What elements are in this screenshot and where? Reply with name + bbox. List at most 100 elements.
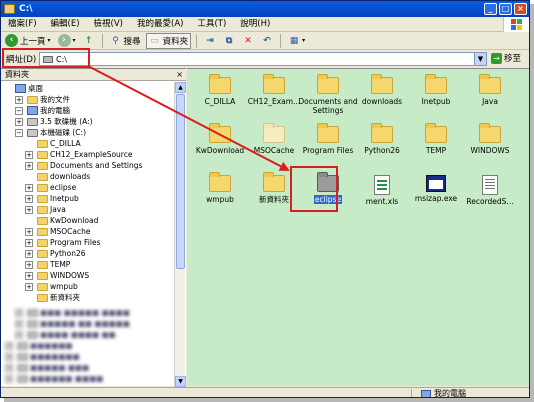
tree-item-label: CH12_ExampleSource [50,150,133,159]
delete-button[interactable]: ✕ [240,33,256,49]
views-grid-icon: ▦ [289,35,299,46]
expand-icon[interactable]: + [25,260,33,269]
file-item-label: ment.xls [365,197,399,206]
collapse-icon[interactable]: − [15,128,23,137]
folders-button[interactable]: ▭ 資料夾 [145,32,192,49]
menu-item[interactable]: 編輯(E) [44,17,87,32]
copy-to-icon: ⧉ [225,35,233,46]
file-item[interactable]: Python26 [351,123,413,155]
file-item[interactable]: MSOCache [243,123,305,155]
tree-item[interactable]: + Python26 [25,248,86,259]
file-item[interactable]: RecordedS... [459,175,521,206]
tree-item[interactable]: + 我的文件 [15,94,70,105]
close-button[interactable]: × [514,3,527,15]
file-item[interactable]: downloads [351,74,413,106]
up-arrow-icon: ↑ [84,35,93,46]
file-item-label: Python26 [364,146,400,155]
title-bar[interactable]: C:\ _ □ × [1,1,529,17]
move-to-button[interactable]: ⇥ [202,33,218,49]
file-item[interactable]: Inetpub [405,74,467,106]
expand-icon[interactable]: + [25,161,33,170]
tree-item[interactable]: 桌面 [3,83,43,94]
file-item[interactable]: Documents and Settings [297,74,359,115]
tree-item[interactable]: − 我的電腦 [15,105,70,116]
file-item[interactable]: TEMP [405,123,467,155]
tree-item[interactable]: − 本機磁碟 (C:) [15,127,86,138]
go-button[interactable]: → 移至 [491,52,521,64]
expand-icon[interactable]: + [25,150,33,159]
expand-icon[interactable]: + [25,238,33,247]
tree-vertical-scrollbar[interactable]: ▲ ▼ [174,82,186,387]
folder-icon: ▭ [150,35,159,46]
go-arrow-icon: → [491,52,502,64]
desktop-icon [15,84,26,93]
expand-icon[interactable]: + [25,282,33,291]
file-item-label: Java [482,97,498,106]
search-button[interactable]: ⚲ 搜尋 [108,33,143,49]
file-item[interactable]: WINDOWS [459,123,521,155]
file-item[interactable]: C_DILLA [189,74,251,106]
eclipse-highlight-box [290,166,338,212]
tree-item-label: downloads [50,172,91,181]
address-dropdown-button[interactable]: ▼ [474,53,486,65]
expand-icon[interactable]: + [25,194,33,203]
menu-item[interactable]: 我的最愛(A) [130,17,190,32]
expand-icon[interactable]: + [25,205,33,214]
menu-item[interactable]: 檢視(V) [87,17,130,32]
expand-icon[interactable]: + [25,183,33,192]
file-item[interactable]: KwDownload [189,123,251,155]
expand-icon[interactable]: + [15,95,23,104]
expand-icon[interactable]: + [15,117,23,126]
menu-item[interactable]: 說明(H) [233,17,277,32]
file-item[interactable]: msizap.exe [405,175,467,203]
folder-icon [263,74,285,94]
tree-item[interactable]: KwDownload [25,215,98,226]
tree-item[interactable]: + wmpub [25,281,78,292]
tree-item[interactable]: + Inetpub [25,193,79,204]
up-folder-button[interactable]: ↑ [81,33,97,49]
tree-item[interactable]: + WINDOWS [25,270,89,281]
file-item-label: Documents and Settings [298,97,358,115]
scroll-down-arrow-icon[interactable]: ▼ [175,376,186,387]
views-button[interactable]: ▦ ▾ [286,33,307,49]
tree-item[interactable]: + CH12_ExampleSource [25,149,132,160]
maximize-button[interactable]: □ [499,3,512,15]
folder-pane-title: 資料夾 [5,70,29,79]
tree-item[interactable]: + Program Files [25,237,101,248]
folder-tree: + ■■■ ■■■■■ ■■■■ + ■■■■■ ■■ ■■■■■ + ■■■■ ■■… [1,82,174,387]
address-input[interactable]: C:\ ▼ [39,52,487,66]
expand-icon[interactable]: + [25,271,33,280]
tree-item[interactable]: 新資料夾 [25,292,80,303]
tree-item[interactable]: + Documents and Settings [25,160,142,171]
tree-item[interactable]: downloads [25,171,90,182]
computer-icon [421,389,431,397]
tree-item-label: Documents and Settings [50,161,143,170]
tree-item[interactable]: + MSOCache [25,226,90,237]
scroll-thumb[interactable] [176,94,185,269]
copy-to-button[interactable]: ⧉ [221,33,237,49]
expand-icon[interactable]: + [25,249,33,258]
back-button[interactable]: ‹ 上一頁 ▾ [3,33,53,49]
tree-item[interactable]: C_DILLA [25,138,81,149]
move-to-icon: ⇥ [206,35,214,46]
menu-item[interactable]: 工具(T) [190,17,233,32]
tree-item[interactable]: +3.5 軟碟機 (A:) [15,116,93,127]
minimize-button[interactable]: _ [484,3,497,15]
undo-button[interactable]: ↶ [259,33,275,49]
file-item[interactable]: Program Files [297,123,359,155]
tree-item[interactable]: + Java [25,204,66,215]
tree-item[interactable]: + eclipse [25,182,76,193]
pane-close-button[interactable]: × [176,70,183,80]
expand-icon[interactable]: + [25,227,33,236]
file-item[interactable]: wmpub [189,172,251,204]
tree-item-label: Inetpub [50,194,79,203]
menu-item[interactable]: 檔案(F) [1,17,44,32]
file-item[interactable]: ment.xls [351,175,413,206]
collapse-icon[interactable]: − [15,106,23,115]
tree-item[interactable]: + TEMP [25,259,70,270]
search-label: 搜尋 [123,36,141,47]
scroll-up-arrow-icon[interactable]: ▲ [175,82,186,93]
file-item[interactable]: CH12_Exam... [243,74,305,106]
file-item[interactable]: Java [459,74,521,106]
forward-button[interactable]: › ▾ [56,33,78,49]
